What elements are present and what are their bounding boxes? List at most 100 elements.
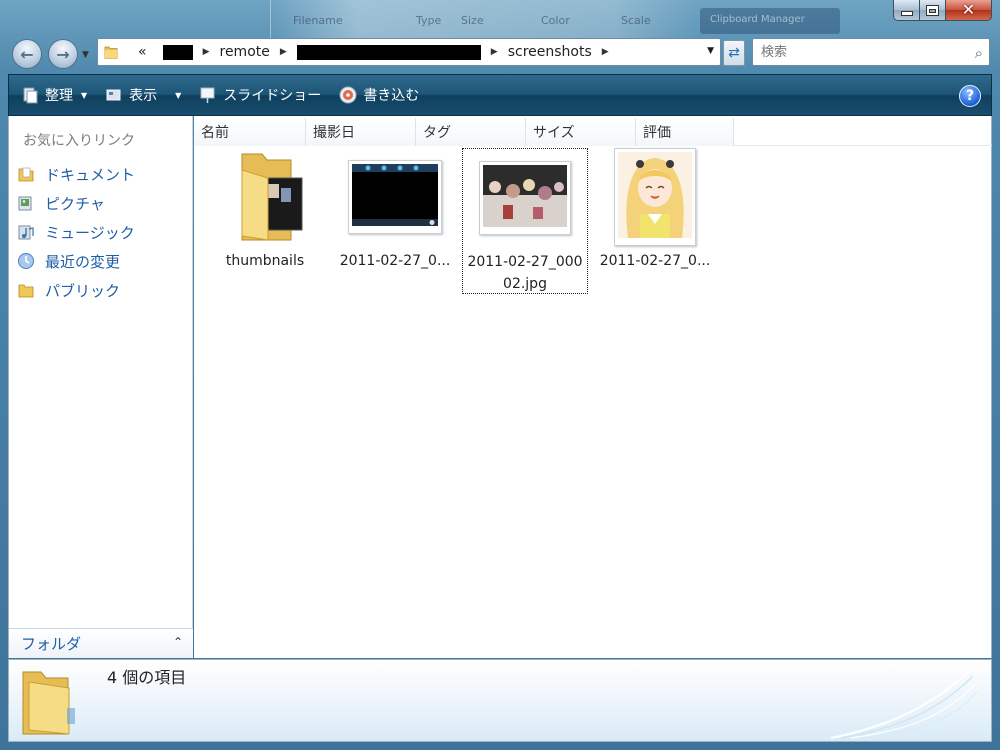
close-button[interactable]: ✕: [946, 0, 992, 21]
maximize-icon: [926, 4, 939, 16]
search-box[interactable]: ⌕: [752, 38, 990, 66]
sidebar-item-public[interactable]: パブリック: [17, 278, 120, 302]
maximize-button[interactable]: [920, 0, 946, 21]
file-name: thumbnails: [225, 253, 305, 269]
views-label: 表示: [129, 88, 158, 104]
organize-button[interactable]: 整理 ▼: [15, 80, 93, 110]
minimize-button[interactable]: [893, 0, 920, 21]
background-window-ghost-2: Clipboard Manager: [700, 8, 840, 34]
close-icon: ✕: [961, 0, 976, 19]
pictures-icon: [18, 196, 32, 211]
list-item-selected[interactable]: 2011-02-27_00002.jpg: [462, 148, 588, 294]
sidebar-item-music[interactable]: ミュージック: [17, 220, 135, 244]
minimize-icon: [901, 12, 912, 15]
column-header-date-taken[interactable]: 撮影日: [306, 118, 416, 146]
ghost-column: Scale: [621, 14, 651, 27]
sidebar-item-label: ドキュメント: [45, 165, 136, 184]
documents-folder-icon: [18, 167, 34, 182]
folders-toggle[interactable]: フォルダ ⌃: [9, 628, 193, 658]
ghost-column: Filename: [293, 14, 343, 27]
column-header-name[interactable]: 名前: [194, 118, 306, 146]
column-header-tags[interactable]: タグ: [416, 118, 526, 146]
file-list-view[interactable]: 名前 撮影日 タグ サイズ 評価 thumbnails 2011-02-27_0…: [194, 116, 992, 658]
chevron-up-icon: ⌃: [172, 635, 183, 649]
sidebar-item-documents[interactable]: ドキュメント: [17, 162, 135, 186]
redacted-crumb: [162, 44, 193, 60]
sidebar-item-label: パブリック: [45, 281, 121, 300]
sidebar-item-label: ピクチャ: [45, 194, 105, 213]
sidebar-item-recent[interactable]: 最近の変更: [17, 249, 120, 273]
slideshow-icon: [200, 87, 215, 103]
breadcrumb-arrow-icon[interactable]: ▶: [203, 47, 210, 57]
background-window-ghost: Filename Type Size Color Scale: [270, 0, 700, 40]
refresh-icon: ⇄: [728, 45, 740, 61]
burn-button[interactable]: 書き込む: [333, 80, 425, 110]
views-icon: [106, 89, 121, 101]
organize-icon: [23, 87, 38, 104]
breadcrumb-overflow[interactable]: «: [138, 44, 147, 60]
list-item[interactable]: 2011-02-27_0...: [332, 148, 458, 272]
file-name: 2011-02-27_00002.jpg: [467, 254, 583, 292]
ghost-window-label: Clipboard Manager: [710, 14, 805, 25]
breadcrumb-arrow-icon[interactable]: ▶: [602, 47, 609, 57]
burn-label: 書き込む: [363, 88, 420, 104]
anime-portrait-image: [618, 152, 692, 238]
favorite-links-heading: お気に入りリンク: [23, 133, 135, 149]
window-frame: Filename Type Size Color Scale Clipboard…: [0, 0, 1000, 750]
player-screenshot-image: [352, 164, 438, 226]
item-count: 4 個の項目: [107, 668, 187, 687]
image-thumbnail: [479, 161, 571, 235]
decorative-swoosh: [830, 669, 978, 739]
list-item[interactable]: thumbnails: [202, 148, 328, 272]
help-button[interactable]: ?: [959, 85, 981, 107]
breadcrumb-arrow-icon[interactable]: ▶: [491, 47, 498, 57]
arrow-right-icon: →: [56, 44, 70, 64]
ghost-column: Type: [416, 14, 442, 27]
ghost-column: Color: [541, 14, 570, 27]
breadcrumb-remote[interactable]: remote: [220, 44, 270, 60]
views-button[interactable]: 表示 ▼: [99, 80, 187, 110]
breadcrumb-arrow-icon[interactable]: ▶: [280, 47, 287, 57]
address-bar[interactable]: « ▶ remote ▶ ▶ screenshots ▶ ▼: [97, 38, 721, 66]
organize-label: 整理: [45, 88, 73, 104]
image-thumbnail: [348, 160, 442, 234]
chevron-down-icon: ▼: [175, 90, 182, 100]
help-icon: ?: [965, 88, 975, 104]
sidebar-item-label: ミュージック: [45, 223, 135, 242]
redacted-crumb: [296, 44, 481, 60]
list-item[interactable]: 2011-02-27_0...: [592, 148, 718, 272]
arrow-left-icon: ←: [20, 44, 34, 64]
sidebar-item-pictures[interactable]: ピクチャ: [17, 191, 105, 215]
slideshow-label: スライドショー: [223, 88, 322, 104]
search-icon[interactable]: ⌕: [975, 44, 983, 62]
search-input[interactable]: [759, 43, 959, 61]
column-header-size[interactable]: サイズ: [526, 118, 636, 146]
public-folder-icon: [18, 284, 34, 298]
chevron-down-icon: ▼: [81, 90, 88, 100]
command-bar: 整理 ▼ 表示 ▼ スライドショー 書き込む ?: [8, 74, 992, 116]
image-thumbnail: [614, 148, 696, 246]
crowd-screenshot-image: [483, 165, 567, 227]
column-header-rating[interactable]: 評価: [636, 118, 734, 146]
back-button[interactable]: ←: [12, 39, 42, 69]
details-pane: 4 個の項目: [8, 659, 992, 742]
file-name: 2011-02-27_0...: [599, 253, 711, 269]
folder-icon: [22, 671, 75, 735]
refresh-button[interactable]: ⇄: [723, 40, 745, 66]
recent-pages-dropdown[interactable]: ▼: [82, 50, 89, 60]
caption-buttons: ✕: [893, 0, 992, 22]
column-header-row: 名前 撮影日 タグ サイズ 評価: [194, 118, 992, 146]
file-name: 2011-02-27_0...: [339, 253, 451, 269]
navigation-pane: お気に入りリンク ドキュメント ピクチャ ミュージック 最近の変更 パブリック …: [8, 116, 193, 658]
music-icon: [18, 225, 34, 240]
forward-button[interactable]: →: [48, 39, 78, 69]
sidebar-item-label: 最近の変更: [45, 252, 121, 271]
disc-burn-icon: [339, 86, 357, 104]
slideshow-button[interactable]: スライドショー: [193, 80, 327, 110]
folder-icon: [104, 46, 118, 59]
ghost-column: Size: [461, 14, 484, 27]
address-dropdown-icon[interactable]: ▼: [707, 46, 714, 56]
recent-changes-icon: [18, 253, 34, 269]
breadcrumb-screenshots[interactable]: screenshots: [508, 44, 592, 60]
folder-with-preview-icon: [241, 153, 303, 241]
